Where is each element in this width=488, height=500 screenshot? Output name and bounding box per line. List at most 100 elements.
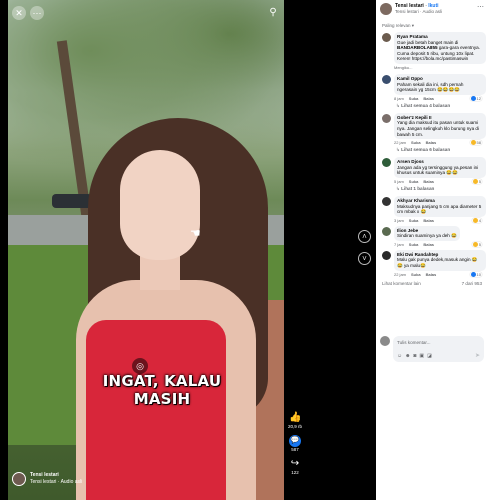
avatar[interactable] [382, 250, 391, 260]
comment-bubble: Kamil Oppo Paham sekali dia ini, sdh per… [394, 73, 486, 95]
like-comment-button[interactable]: Suka [409, 218, 419, 223]
camera-icon[interactable]: ◙ [413, 353, 416, 359]
comment-item: Eki Dwi Randahtep Malu gak punya dedek,m… [376, 249, 488, 277]
more-comments-link[interactable]: Lihat komentar lain [382, 281, 421, 286]
avatar[interactable] [382, 113, 391, 123]
reaction-count[interactable]: 10 [469, 271, 482, 277]
share-icon[interactable]: ↪ [289, 458, 301, 470]
comment-actions: 5 jam Suka Balas 5 [382, 178, 488, 184]
video-actions: 👍 20,9 rb 💬 587 ↪ 122 [287, 412, 303, 475]
hand-cursor-icon: ☚ [190, 226, 201, 240]
chevron-down-icon[interactable]: ˅ [358, 252, 371, 265]
comment-time[interactable]: 8 jam [394, 96, 404, 101]
reaction-count[interactable]: 5 [471, 178, 482, 184]
reply-button[interactable]: Balas [423, 96, 434, 101]
avatar[interactable] [12, 472, 26, 486]
emoji-icon[interactable]: ☻ [405, 353, 410, 359]
post-sub: Tensi lestari · Audio asli [395, 9, 443, 14]
like-comment-button[interactable]: Suka [409, 179, 419, 184]
avatar[interactable] [380, 336, 390, 346]
video-caption: INGAT, KALAU MASIH [102, 372, 222, 408]
video-footer-name[interactable]: Tensi lestari [30, 472, 82, 479]
video-person-face [120, 150, 200, 260]
avatar[interactable] [382, 196, 391, 206]
video-player[interactable]: ✕ ⋯ ⚲ ☚ ◎ INGAT, KALAU MASIH Tensi lesta… [8, 0, 284, 500]
comment-item: Ryan Pratama Gue jadi betah banget main … [376, 32, 488, 70]
comment-input[interactable]: Tulis komentar... ☺ ☻ ◙ ▣ ◪ ➤ [393, 336, 484, 362]
like-comment-button[interactable]: Suka [409, 242, 419, 247]
post-meta: Tensi lestari · Ikuti Tensi lestari · Au… [395, 3, 442, 15]
comment-time[interactable]: 3 jam [394, 218, 404, 223]
like-icon[interactable]: 👍 [289, 412, 301, 424]
reaction-count[interactable]: 5 [471, 241, 482, 247]
like-comment-button[interactable]: Suka [409, 96, 419, 101]
reaction-count[interactable]: 12 [469, 95, 482, 101]
video-person-top [86, 320, 226, 500]
comment-bubble: Ryan Pratama Gue jadi betah banget main … [394, 32, 486, 64]
video-footer-text: Tensi lestari Tensi lestari · Audio asli [30, 472, 82, 486]
see-replies-link[interactable]: ↳ Lihat 1 balasan [382, 186, 488, 192]
video-footer[interactable]: Tensi lestari Tensi lestari · Audio asli [12, 472, 82, 486]
comment-time[interactable]: Mengiku... [394, 65, 412, 70]
like-comment-button[interactable]: Suka [411, 140, 421, 145]
comment-text: Malu gak punya dedek,masuk angin 😂😂 ya m… [397, 257, 478, 269]
comment-time[interactable]: 22 jam [394, 140, 406, 145]
comment-text: Gue jadi betah banget main di [397, 39, 459, 45]
avatar[interactable] [382, 74, 391, 84]
sort-dropdown[interactable]: Paling relevan ▾ [376, 17, 488, 32]
app-root: ✕ ⋯ ⚲ ☚ ◎ INGAT, KALAU MASIH Tensi lesta… [0, 0, 488, 500]
avatar[interactable] [380, 3, 392, 15]
like-comment-button[interactable]: Suka [411, 272, 421, 277]
avatar[interactable] [382, 33, 391, 42]
comment-item: Akhyar Kharisma Maksudnya panjang 5 cm a… [376, 195, 488, 223]
comment-actions: 22 jam Suka Balas 58 [382, 140, 488, 146]
sort-label: Paling relevan [382, 23, 411, 28]
reaction-count[interactable]: 4 [471, 217, 482, 223]
comment-bubble: Eki Dwi Randahtep Malu gak punya dedek,m… [394, 249, 486, 271]
reply-button[interactable]: Balas [426, 140, 437, 145]
see-replies-link[interactable]: ↳ Lihat semua 4 balasan [382, 103, 488, 109]
comment-bubble: Akhyar Kharisma Maksudnya panjang 5 cm a… [394, 195, 486, 217]
reaction-count[interactable]: 58 [469, 140, 482, 146]
comment-action[interactable]: 💬 587 [289, 435, 301, 452]
see-replies-link[interactable]: ↳ Lihat semua 6 balasan [382, 147, 488, 153]
comment-actions: 8 jam Suka Balas 12 [382, 95, 488, 101]
sticker-icon[interactable]: ◪ [427, 353, 432, 359]
comments-count: 7 dari 953 [461, 280, 482, 286]
comment-time[interactable]: 7 jam [394, 242, 404, 247]
comment-bubble: Arsen Djoss Jangan ada yg tersinggung ya… [394, 157, 486, 178]
comment-text: Sindiran suaminya ya deh 😂 [397, 233, 457, 239]
comment-input-placeholder: Tulis komentar... [397, 340, 431, 345]
reply-button[interactable]: Balas [426, 272, 437, 277]
reply-button[interactable]: Balas [423, 242, 434, 247]
more-options-icon[interactable]: ⋯ [477, 3, 484, 11]
comment-actions: Mengiku... [382, 65, 488, 70]
chevron-up-icon[interactable]: ˄ [358, 230, 371, 243]
back-icon[interactable]: ✕ [12, 6, 26, 20]
more-comments-row: Lihat komentar lain 7 dari 953 [376, 279, 488, 288]
comment-icon[interactable]: 💬 [289, 435, 301, 447]
share-count: 122 [291, 470, 299, 475]
comment-time[interactable]: 22 jam [394, 272, 406, 277]
comment-composer: Tulis komentar... ☺ ☻ ◙ ▣ ◪ ➤ [376, 332, 488, 366]
comment-time[interactable]: 5 jam [394, 179, 404, 184]
send-icon[interactable]: ➤ [475, 352, 480, 359]
avatar[interactable] [382, 226, 391, 236]
comment-actions: 7 jam Suka Balas 5 [382, 241, 488, 247]
like-action[interactable]: 👍 20,9 rb [288, 412, 302, 429]
comment-text: Jangan ada yg tersinggung ya,pesan ini k… [397, 164, 479, 176]
post-header: Tensi lestari · Ikuti Tensi lestari · Au… [376, 0, 488, 17]
comment-text: Paham sekali dia ini, sdh pernah ngerasa… [397, 81, 464, 93]
avatar[interactable] [382, 158, 391, 168]
reply-button[interactable]: Balas [423, 218, 434, 223]
comment-item: Arsen Djoss Jangan ada yg tersinggung ya… [376, 157, 488, 192]
share-action[interactable]: ↪ 122 [289, 458, 301, 475]
comment-actions: 3 jam Suka Balas 4 [382, 217, 488, 223]
search-icon[interactable]: ⚲ [266, 6, 280, 20]
gif-icon[interactable]: ▣ [419, 353, 424, 359]
comment-panel: Tensi lestari · Ikuti Tensi lestari · Au… [376, 0, 488, 500]
reply-button[interactable]: Balas [423, 179, 434, 184]
comment-bubble: Gober'z Kepili II Yang dia maksud itu pa… [394, 112, 486, 140]
more-icon[interactable]: ⋯ [30, 6, 44, 20]
avatar-sticker-icon[interactable]: ☺ [397, 353, 402, 359]
